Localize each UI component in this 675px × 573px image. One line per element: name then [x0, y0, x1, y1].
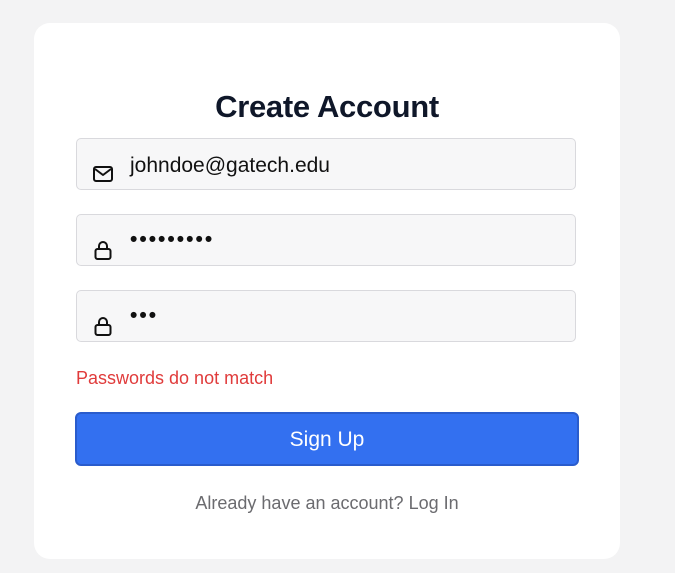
error-message: Passwords do not match: [76, 368, 274, 388]
password-value: •••••••••: [130, 228, 215, 251]
password-field[interactable]: •••••••••: [76, 214, 576, 266]
login-prompt-text: Already have an account?: [195, 493, 404, 513]
sign-up-button[interactable]: Sign Up: [75, 412, 579, 466]
lock-icon: [94, 241, 112, 260]
confirm-password-field[interactable]: •••: [76, 290, 576, 342]
lock-icon: [94, 317, 112, 336]
email-value: johndoe@gatech.edu: [130, 154, 330, 177]
log-in-link[interactable]: Log In: [409, 493, 459, 513]
mail-icon: [93, 166, 113, 182]
signup-card: Create Account johndoe@gatech.edu ••••••…: [34, 23, 620, 559]
confirm-password-value: •••: [130, 304, 159, 327]
login-prompt: Already have an account? Log In: [34, 493, 620, 514]
page-title: Create Account: [215, 89, 439, 124]
email-field[interactable]: johndoe@gatech.edu: [76, 138, 576, 190]
